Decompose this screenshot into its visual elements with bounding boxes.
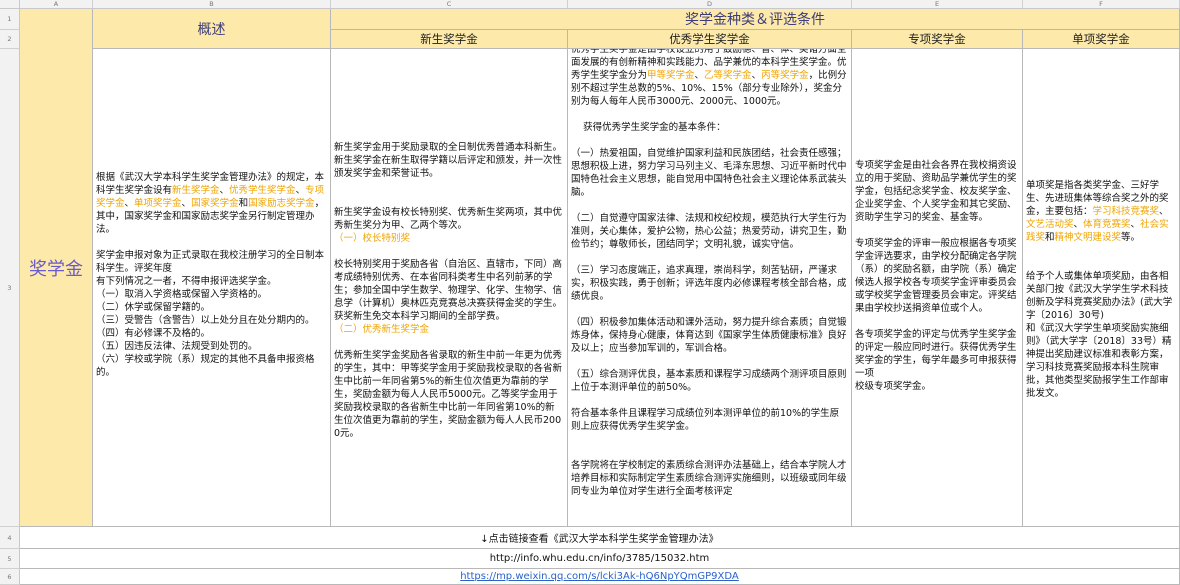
single-header: 单项奖学金 (1072, 32, 1130, 46)
single-header-cell[interactable]: 单项奖学金 (1023, 30, 1180, 49)
separator: 、 (1159, 206, 1169, 217)
special-para-2: 专项奖学金的评审一般应根据各专项奖学金评选要求，由学校分配确定各学院（系）的奖励… (855, 238, 1017, 314)
overview-header: 概述 (197, 21, 226, 38)
conjunction: 和 (1045, 232, 1055, 243)
column-header-e[interactable]: E (852, 0, 1023, 9)
excellent-condition-3: （三）学习态度端正，追求真理，崇尚科学，刻苦钻研，严谨求实，积极实践，勇于创新；… (571, 265, 847, 302)
separator: 、 (219, 185, 230, 196)
group-title: 奖学金种类＆评选条件 (685, 12, 825, 28)
special-header-cell[interactable]: 专项奖学金 (852, 30, 1023, 49)
excellent-conditions-title: 获得优秀学生奖学金的基本条件： (571, 122, 726, 133)
row-header-5[interactable]: 5 (0, 549, 20, 569)
overview-cell[interactable]: 根据《武汉大学本科学生奖学金管理办法》的规定，本科学生奖学金设有新生奖学金、优秀… (93, 49, 331, 527)
highlight-national-encouragement: 国家励志奖学金 (248, 198, 315, 209)
separator: 、 (1130, 219, 1141, 230)
separator: 、 (1073, 219, 1084, 230)
highlight-sports: 体育竞赛奖 (1083, 219, 1131, 230)
conjunction: 和 (238, 198, 249, 209)
separator: 、 (124, 198, 135, 209)
overview-text: 根据《武汉大学本科学生奖学金管理办法》的规定，本科学生奖学金设有新生奖学金、优秀… (93, 171, 330, 379)
separator: 、 (694, 70, 705, 81)
row-header-1[interactable]: 1 (0, 9, 20, 30)
single-text: 单项奖是指各类奖学金、三好学生、先进班集体等综合奖之外的奖金，主要包括：学习科技… (1023, 179, 1179, 400)
column-header-a[interactable]: A (20, 0, 93, 9)
separator: 、 (751, 70, 762, 81)
highlight-arts: 文艺活动奖 (1026, 219, 1074, 230)
excellent-header-cell[interactable]: 优秀学生奖学金 (568, 30, 852, 49)
excellent-cell[interactable]: 优秀学生奖学金是由学校设立的用于鼓励德、智、体、美诸方面全面发展的有创新精神和实… (568, 49, 852, 527)
highlight-excellent: 优秀学生奖学金 (229, 185, 296, 196)
special-header: 专项奖学金 (908, 32, 966, 46)
excellent-condition-4: （四）积极参加集体活动和课外活动，努力提升综合素质；自觉锻炼身体，保持身心健康，… (571, 317, 847, 354)
freshman-header-cell[interactable]: 新生奖学金 (331, 30, 568, 49)
excellent-para-college: 各学院将在学校制定的素质综合测评办法基础上，结合本学院人才培养目标和实际制定学生… (571, 460, 847, 497)
sheet-corner[interactable] (0, 0, 20, 9)
special-para-1: 专项奖学金是由社会各界在我校捐资设立的用于奖励、资助品学兼优学生的奖学金，包括纪… (855, 160, 1017, 223)
link-hint-cell[interactable]: ↓点击链接查看《武汉大学本科学生奖学金管理办法》 (20, 527, 1180, 549)
highlight-grade-c: 丙等奖学金 (761, 70, 809, 81)
special-para-3: 各专项奖学金的评定与优秀学生奖学金的评定一般应同时进行。获得优秀学生奖学金的学生… (855, 329, 1017, 392)
freshman-cell[interactable]: 新生奖学金用于奖励录取的全日制优秀普通本科新生。新生奖学金在新生取得学籍以后评定… (331, 49, 568, 527)
row-header-4[interactable]: 4 (0, 527, 20, 549)
overview-header-cell[interactable]: 概述 (93, 9, 331, 49)
freshman-para-1: 新生奖学金用于奖励录取的全日制优秀普通本科新生。新生奖学金在新生取得学籍以后评定… (334, 142, 563, 179)
column-header-f[interactable]: F (1023, 0, 1180, 9)
main-label: 奖学金 (29, 258, 83, 280)
link-hint: ↓点击链接查看《武汉大学本科学生奖学金管理办法》 (480, 534, 719, 545)
excellent-header: 优秀学生奖学金 (669, 32, 750, 46)
group-title-cell[interactable]: 奖学金种类＆评选条件 (331, 9, 1180, 30)
freshman-heading-1: （一）校长特别奖 (334, 233, 411, 244)
link-1-cell[interactable]: http://info.whu.edu.cn/info/3785/15032.h… (20, 549, 1180, 569)
highlight-national: 国家奖学金 (191, 198, 239, 209)
special-text: 专项奖学金是由社会各界在我校捐资设立的用于奖励、资助品学兼优学生的奖学金，包括纪… (852, 159, 1022, 393)
single-para-2: 给予个人或集体单项奖励，由各相关部门按《武汉大学学生学术科技创新及学科竞赛奖励办… (1026, 271, 1173, 399)
row-header-2[interactable]: 2 (0, 30, 20, 49)
freshman-header: 新生奖学金 (420, 32, 478, 46)
single-intro-end: 等。 (1121, 232, 1141, 243)
special-cell[interactable]: 专项奖学金是由社会各界在我校捐资设立的用于奖励、资助品学兼优学生的奖学金，包括纪… (852, 49, 1023, 527)
excellent-condition-2: （二）自觉遵守国家法律、法规和校纪校规，模范执行大学生行为准则，关心集体，爱护公… (571, 213, 847, 250)
freshman-heading-2: （二）优秀新生奖学金 (334, 324, 430, 335)
highlight-grade-b: 乙等奖学金 (704, 70, 752, 81)
regulation-link-2[interactable]: https://mp.weixin.qq.com/s/lcki3Ak-hQ6Np… (460, 571, 739, 582)
row-header-3[interactable]: 3 (0, 49, 20, 527)
main-label-cell[interactable]: 奖学金 (20, 9, 93, 527)
column-header-c[interactable]: C (331, 0, 568, 9)
highlight-single: 单项奖学金 (134, 198, 182, 209)
excellent-para-rank: 符合基本条件且课程学习成绩位列本测评单位的前10%的学生原则上应获得优秀学生奖学… (571, 408, 840, 432)
single-cell[interactable]: 单项奖是指各类奖学金、三好学生、先进班集体等综合奖之外的奖金，主要包括：学习科技… (1023, 49, 1180, 527)
link-2-cell[interactable]: https://mp.weixin.qq.com/s/lcki3Ak-hQ6Np… (20, 569, 1180, 585)
regulation-link-1[interactable]: http://info.whu.edu.cn/info/3785/15032.h… (490, 553, 710, 564)
column-header-b[interactable]: B (93, 0, 331, 9)
row-header-6[interactable]: 6 (0, 569, 20, 585)
highlight-grade-a: 甲等奖学金 (647, 70, 695, 81)
excellent-condition-5: （五）综合测评优良，基本素质和课程学习成绩两个测评项目原则上位于本测评单位的前5… (571, 369, 847, 393)
highlight-civilization: 精神文明建设奖 (1054, 232, 1122, 243)
overview-eligibility: 奖学金申报对象为正式录取在我校注册学习的全日制本科学生。评奖年度 有下列情况之一… (96, 250, 325, 378)
column-header-d[interactable]: D (568, 0, 852, 9)
highlight-freshman: 新生奖学金 (172, 185, 220, 196)
separator: 、 (295, 185, 306, 196)
freshman-para-4: 优秀新生奖学金奖励各省录取的新生中前一年更为优秀的学生，其中：甲等奖学金用于奖励… (334, 350, 563, 439)
freshman-text: 新生奖学金用于奖励录取的全日制优秀普通本科新生。新生奖学金在新生取得学籍以后评定… (331, 141, 567, 440)
excellent-condition-1: （一）热爱祖国，自觉维护国家利益和民族团结，社会责任感强；思想积极上进，努力学习… (571, 148, 847, 198)
freshman-para-3: 校长特别奖用于奖励各省（自治区、直辖市，下同）高考成绩特别优秀、在本省同科类考生… (334, 259, 563, 322)
highlight-study-tech: 学习科技竞赛奖 (1092, 206, 1160, 217)
separator: 、 (181, 198, 192, 209)
excellent-text: 优秀学生奖学金是由学校设立的用于鼓励德、智、体、美诸方面全面发展的有创新精神和实… (568, 49, 851, 498)
freshman-para-2: 新生奖学金设有校长特别奖、优秀新生奖两项，其中优秀新生奖分为甲、乙两个等次。 (334, 207, 563, 231)
